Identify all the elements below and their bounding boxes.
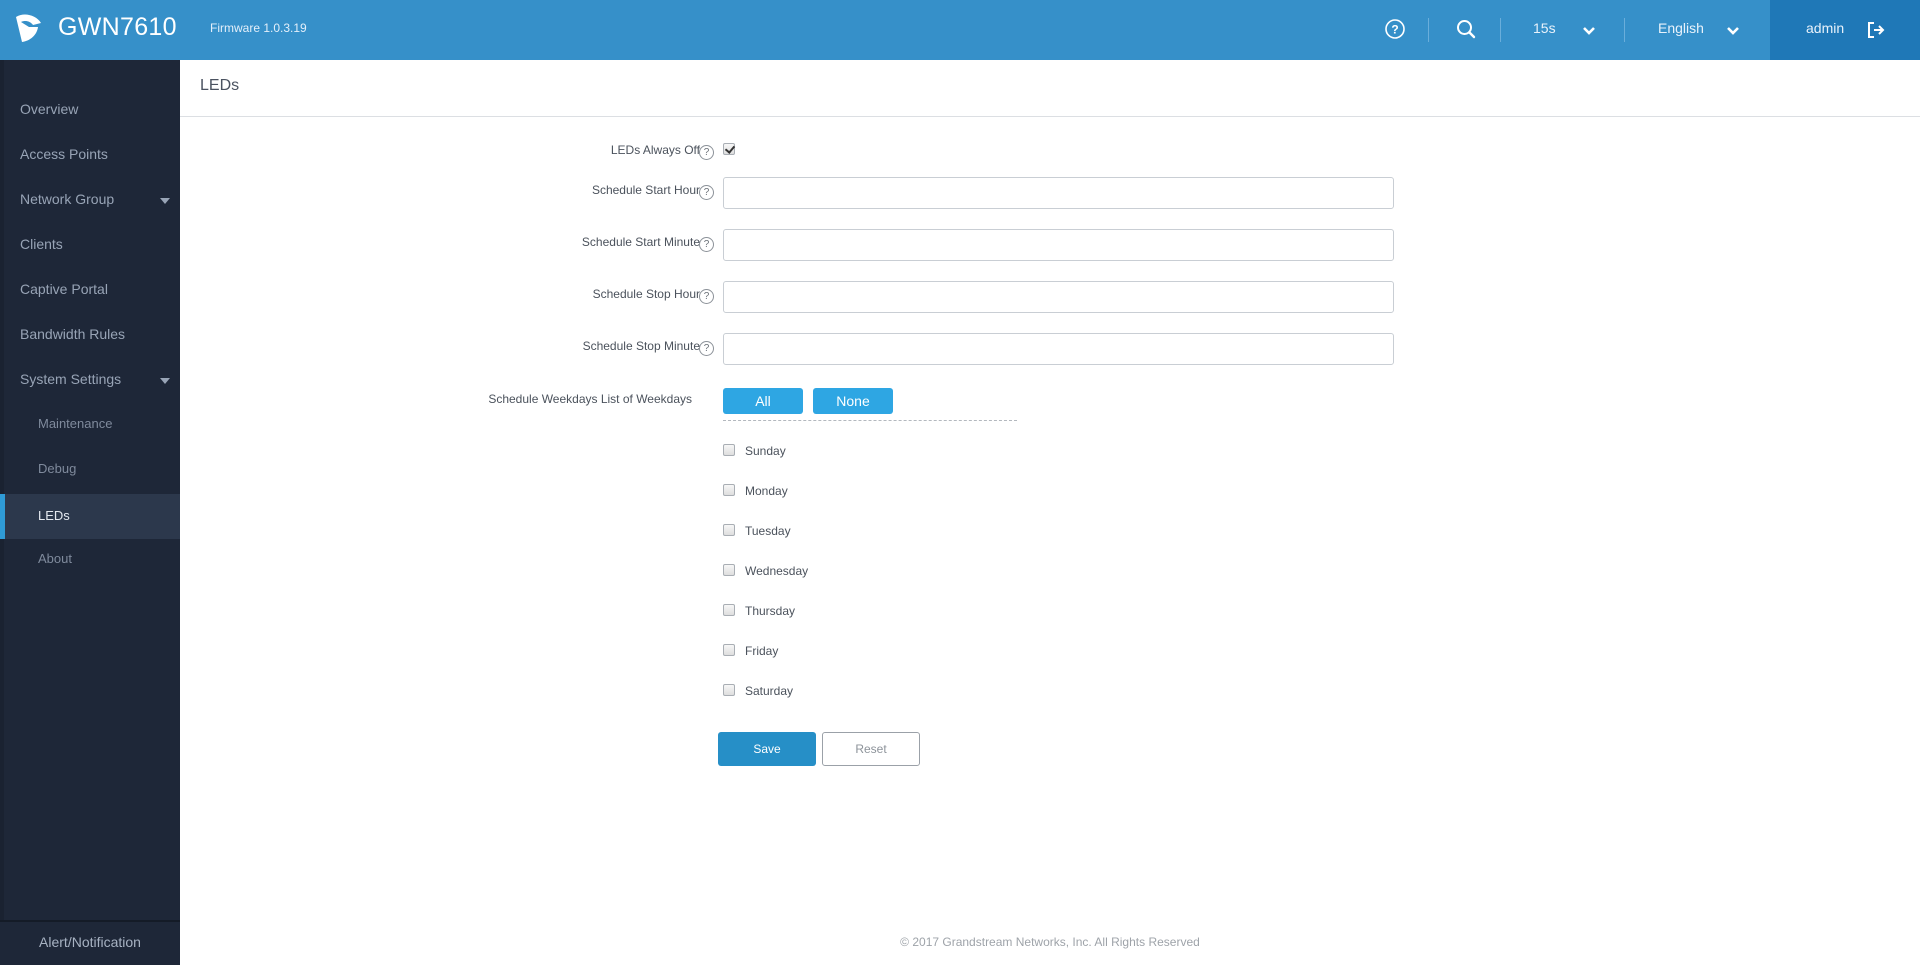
weekday-label[interactable]: Friday: [745, 644, 778, 658]
weekday-checkbox-tuesday[interactable]: [723, 524, 735, 536]
sidebar-item-captive-portal[interactable]: Captive Portal: [0, 267, 180, 312]
schedule-stop-hour-label: Schedule Stop Hour: [592, 287, 700, 301]
sidebar-item-network-group[interactable]: Network Group: [0, 177, 180, 222]
help-icon[interactable]: ?: [699, 237, 714, 252]
schedule-stop-hour-input[interactable]: [723, 281, 1394, 313]
firmware-version: Firmware 1.0.3.19: [210, 21, 307, 35]
search-icon[interactable]: [1455, 18, 1477, 40]
help-icon[interactable]: ?: [699, 185, 714, 200]
sidebar-item-label: Network Group: [20, 191, 115, 207]
weekday-label[interactable]: Sunday: [745, 444, 786, 458]
header-separator: [1428, 18, 1429, 42]
language-select[interactable]: English: [1640, 10, 1750, 50]
help-icon[interactable]: ?: [699, 341, 714, 356]
sidebar-item-label: Access Points: [20, 146, 108, 162]
weekday-label[interactable]: Tuesday: [745, 524, 791, 538]
chevron-down-icon: [1583, 27, 1595, 35]
sidebar: Overview Access Points Network Group Cli…: [0, 60, 180, 965]
save-button[interactable]: Save: [718, 732, 816, 766]
svg-text:?: ?: [1391, 23, 1398, 37]
sidebar-item-label: Captive Portal: [20, 281, 108, 297]
language-value: English: [1658, 20, 1704, 36]
sidebar-item-about[interactable]: About: [0, 537, 180, 582]
weekday-checkbox-friday[interactable]: [723, 644, 735, 656]
page-title: LEDs: [200, 77, 240, 94]
chevron-down-icon: [1727, 27, 1739, 35]
weekday-checkbox-saturday[interactable]: [723, 684, 735, 696]
username[interactable]: admin: [1806, 20, 1844, 36]
schedule-stop-minute-input[interactable]: [723, 333, 1394, 365]
sidebar-item-overview[interactable]: Overview: [0, 87, 180, 132]
leds-always-off-checkbox[interactable]: [723, 143, 735, 155]
leds-always-off-label: LEDs Always Off: [610, 143, 700, 157]
sidebar-item-label: LEDs: [38, 508, 70, 523]
header-separator: [1624, 18, 1625, 42]
copyright-footer: © 2017 Grandstream Networks, Inc. All Ri…: [900, 935, 1200, 949]
sidebar-item-label: Debug: [38, 461, 77, 476]
weekday-label[interactable]: Saturday: [745, 684, 793, 698]
divider: [723, 420, 1017, 421]
product-name: GWN7610: [58, 13, 177, 41]
refresh-interval-value: 15s: [1533, 20, 1556, 36]
sidebar-item-label: About: [38, 551, 72, 566]
sidebar-item-label: System Settings: [20, 371, 122, 387]
logout-icon[interactable]: [1866, 20, 1886, 40]
weekday-label[interactable]: Thursday: [745, 604, 795, 618]
schedule-stop-minute-label: Schedule Stop Minute: [582, 339, 700, 353]
sidebar-item-label: Bandwidth Rules: [20, 326, 126, 342]
refresh-interval-select[interactable]: 15s: [1520, 10, 1608, 50]
sidebar-item-label: Maintenance: [38, 416, 113, 431]
sidebar-item-system-settings[interactable]: System Settings: [0, 357, 180, 402]
weekday-checkbox-thursday[interactable]: [723, 604, 735, 616]
help-icon[interactable]: ?: [1384, 18, 1406, 40]
caret-down-icon: [160, 198, 170, 204]
weekday-checkbox-monday[interactable]: [723, 484, 735, 496]
select-all-weekdays-button[interactable]: All: [723, 388, 803, 414]
sidebar-item-access-points[interactable]: Access Points: [0, 132, 180, 177]
schedule-start-minute-input[interactable]: [723, 229, 1394, 261]
grandstream-logo-icon: [16, 14, 41, 42]
sidebar-item-label: Clients: [20, 236, 63, 252]
alert-notification-label: Alert/Notification: [39, 934, 141, 950]
select-no-weekdays-button[interactable]: None: [813, 388, 893, 414]
caret-down-icon: [160, 378, 170, 384]
weekday-checkbox-wednesday[interactable]: [723, 564, 735, 576]
page-header: LEDs: [180, 60, 1920, 117]
help-icon[interactable]: ?: [699, 145, 714, 160]
schedule-start-hour-label: Schedule Start Hour: [591, 183, 700, 197]
schedule-weekdays-label: Schedule Weekdays List of Weekdays: [488, 392, 692, 406]
sidebar-item-debug[interactable]: Debug: [0, 447, 180, 492]
sidebar-item-maintenance[interactable]: Maintenance: [0, 402, 180, 447]
weekday-label[interactable]: Monday: [745, 484, 788, 498]
weekday-checkbox-sunday[interactable]: [723, 444, 735, 456]
main-content: LEDs LEDs Always Off ? Schedule Start Ho…: [180, 60, 1920, 965]
help-icon[interactable]: ?: [699, 289, 714, 304]
weekday-label[interactable]: Wednesday: [745, 564, 808, 578]
user-area: admin: [1770, 0, 1920, 60]
reset-button[interactable]: Reset: [822, 732, 920, 766]
alert-notification-button[interactable]: Alert/Notification: [0, 920, 180, 965]
schedule-start-hour-input[interactable]: [723, 177, 1394, 209]
sidebar-item-clients[interactable]: Clients: [0, 222, 180, 267]
sidebar-item-bandwidth-rules[interactable]: Bandwidth Rules: [0, 312, 180, 357]
sidebar-item-leds[interactable]: LEDs: [0, 494, 180, 539]
top-header: GWN7610 Firmware 1.0.3.19 ? 15s English …: [0, 0, 1920, 60]
schedule-start-minute-label: Schedule Start Minute: [581, 235, 700, 249]
header-separator: [1500, 18, 1501, 42]
sidebar-item-label: Overview: [20, 101, 79, 117]
